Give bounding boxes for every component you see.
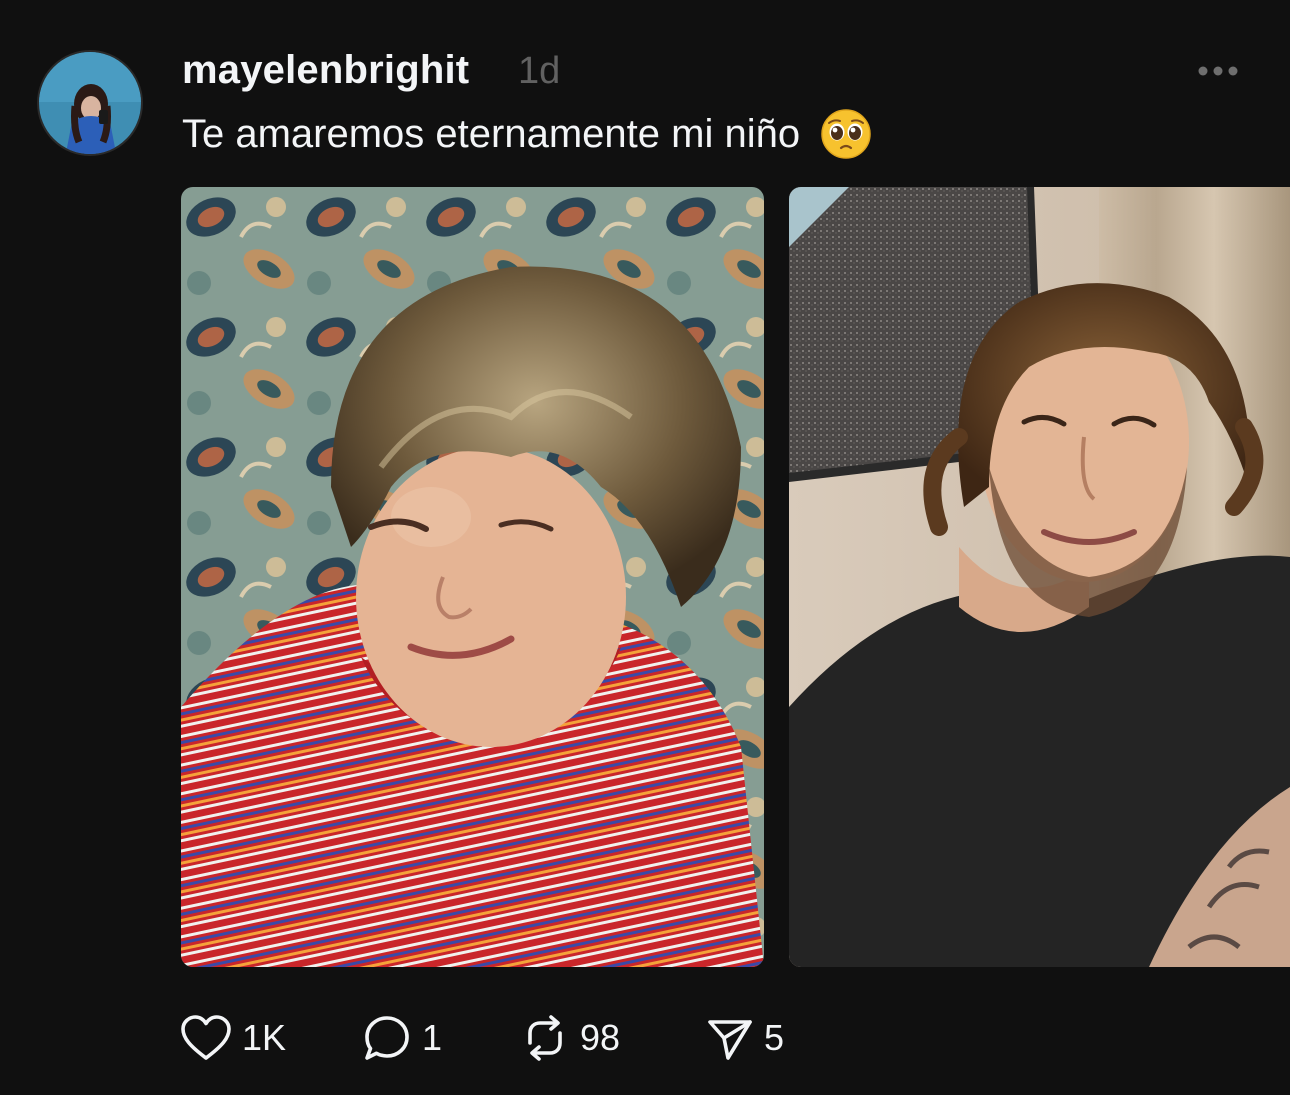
photo-adult xyxy=(789,187,1290,967)
post-image-adult[interactable] xyxy=(789,187,1290,967)
pleading-face-emoji xyxy=(820,108,872,160)
reply-count: 1 xyxy=(422,1017,443,1058)
repost-icon xyxy=(520,1013,570,1063)
more-icon[interactable] xyxy=(1196,58,1240,84)
share-button[interactable]: 5 xyxy=(706,1010,784,1066)
post-image-child[interactable] xyxy=(181,187,764,967)
avatar[interactable] xyxy=(37,50,143,156)
username[interactable]: mayelenbrighit xyxy=(182,48,469,93)
thread-post: mayelenbrighit 1d Te amaremos eternament… xyxy=(0,0,1290,1095)
send-icon xyxy=(706,1014,754,1062)
photo-child xyxy=(181,187,764,967)
like-count: 1K xyxy=(242,1017,287,1058)
post-timestamp: 1d xyxy=(518,50,561,92)
repost-button[interactable]: 98 xyxy=(520,1010,620,1066)
reply-button[interactable]: 1 xyxy=(362,1010,442,1066)
caption-text: Te amaremos eternamente mi niño xyxy=(182,111,801,156)
comment-icon xyxy=(362,1013,412,1063)
repost-count: 98 xyxy=(580,1017,621,1058)
avatar-image xyxy=(39,52,141,154)
like-button[interactable]: 1K xyxy=(180,1010,286,1066)
post-caption: Te amaremos eternamente mi niño xyxy=(182,108,872,160)
heart-icon xyxy=(180,1015,232,1061)
share-count: 5 xyxy=(764,1017,785,1058)
